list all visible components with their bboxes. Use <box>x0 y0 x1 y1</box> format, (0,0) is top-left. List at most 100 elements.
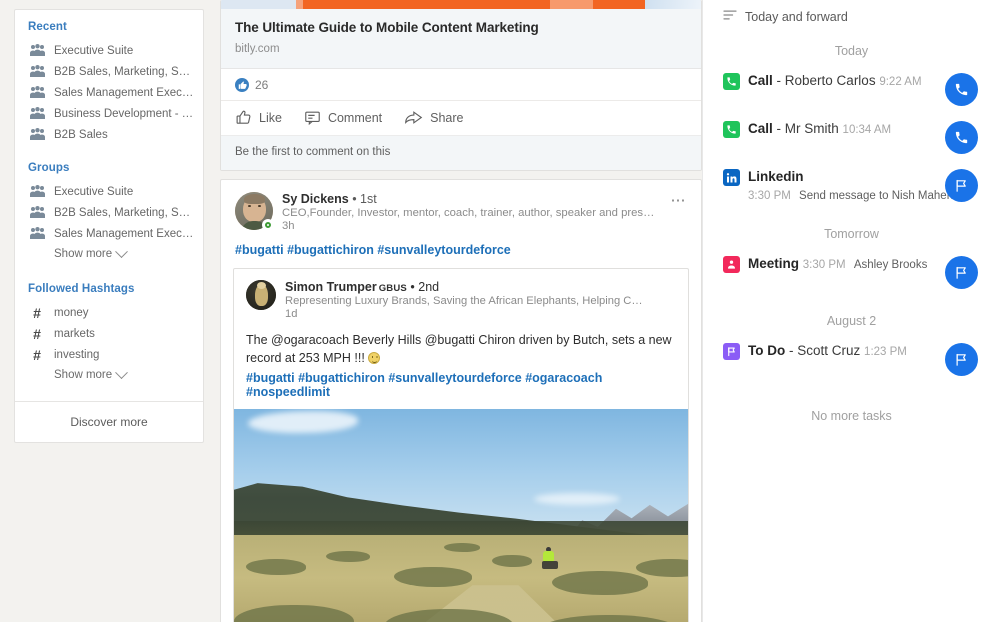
task-title: Meeting <box>748 256 803 271</box>
sidebar-item-label: Sales Management Executives <box>54 227 195 240</box>
reshared-post-text: The @ogaracoach Beverly Hills @bugatti C… <box>234 320 688 369</box>
banner-accent <box>303 0 645 9</box>
avatar[interactable] <box>246 280 276 310</box>
task-action-call-button[interactable] <box>945 73 978 106</box>
video-player[interactable]: 0:01 / 0:22 <box>234 409 688 622</box>
task-type: Meeting <box>748 256 800 271</box>
task-action-flag-button[interactable] <box>945 343 978 376</box>
share-post-degree: • 1st <box>352 192 377 206</box>
task-row[interactable]: Meeting 3:30 PM Ashley Brooks <box>719 252 984 300</box>
hashtags-show-more-button[interactable]: Show more <box>15 365 203 387</box>
task-detail: Send message to Nish Mahen <box>799 190 954 202</box>
phone-green-icon <box>723 73 740 90</box>
comment-button[interactable]: Comment <box>304 109 382 126</box>
task-row[interactable]: Call - Mr Smith 10:34 AM <box>719 117 984 165</box>
task-who: - Roberto Carlos <box>776 73 876 88</box>
sidebar-heading-hashtags[interactable]: Followed Hashtags <box>15 275 203 302</box>
sidebar-item-label: Business Development - The… <box>54 107 195 120</box>
share-button[interactable]: Share <box>404 109 463 126</box>
feed-column: The Ultimate Guide to Mobile Content Mar… <box>220 0 702 622</box>
smiley-emoji-icon <box>368 352 381 365</box>
discover-more-button[interactable]: Discover more <box>15 402 203 442</box>
group-icon <box>28 106 46 121</box>
task-type: To Do <box>748 343 786 358</box>
more-options-icon[interactable]: ⋯ <box>671 193 688 208</box>
like-button[interactable]: Like <box>235 109 282 126</box>
task-action-flag-button[interactable] <box>945 256 978 289</box>
phone-green-icon <box>723 121 740 138</box>
sidebar-item-hashtag-1[interactable]: # markets <box>15 323 203 344</box>
sidebar-item-label: B2B Sales <box>54 128 108 141</box>
task-who: - Scott Cruz <box>789 343 861 358</box>
avatar[interactable] <box>235 192 274 231</box>
task-title: Call - Mr Smith <box>748 121 843 136</box>
reshared-author-name: Simon Trumper <box>285 280 377 294</box>
sidebar-item-group-0[interactable]: Executive Suite <box>15 181 203 202</box>
task-time: 9:22 AM <box>879 76 922 88</box>
task-action-flag-button[interactable] <box>945 169 978 202</box>
banner-sky <box>645 0 701 9</box>
article-post-card: The Ultimate Guide to Mobile Content Mar… <box>220 0 702 171</box>
task-subline: 3:30 PM Ashley Brooks <box>803 259 928 271</box>
sidebar-item-recent-1[interactable]: B2B Sales, Marketing, Social … <box>15 61 203 82</box>
app-root: Recent Executive Suite B2B Sales, Market… <box>0 0 1000 622</box>
share-post-author-name: Sy Dickens <box>282 192 349 206</box>
share-post-author[interactable]: Sy Dickens • 1st <box>282 192 659 206</box>
sidebar-item-label: money <box>54 306 89 319</box>
sidebar-item-recent-2[interactable]: Sales Management Executives <box>15 82 203 103</box>
sidebar-item-label: B2B Sales, Marketing, Social … <box>54 206 195 219</box>
sidebar-item-group-1[interactable]: B2B Sales, Marketing, Social … <box>15 202 203 223</box>
meeting-person-icon <box>723 256 740 273</box>
sidebar-item-recent-0[interactable]: Executive Suite <box>15 40 203 61</box>
reshared-author[interactable]: Simon Trumper GBUS • 2nd <box>285 280 648 294</box>
task-detail: Ashley Brooks <box>853 259 928 271</box>
reshared-headline: Representing Luxury Brands, Saving the A… <box>285 295 648 307</box>
sidebar-heading-recent: Recent <box>28 21 67 33</box>
reshared-post-hashtags[interactable]: #bugatti #bugattichiron #sunvalleytourde… <box>234 369 688 409</box>
hashtags-show-more-label: Show more <box>54 369 113 381</box>
sidebar-item-recent-3[interactable]: Business Development - The… <box>15 103 203 124</box>
chevron-down-icon <box>115 244 129 258</box>
sidebar-section-recent: Recent Executive Suite B2B Sales, Market… <box>15 10 203 151</box>
task-time: 3:30 PM <box>748 190 791 202</box>
reshared-degree: • 2nd <box>410 280 440 294</box>
sidebar-heading-groups[interactable]: Groups <box>15 154 203 181</box>
task-title: Linkedin <box>748 169 804 184</box>
day-label-tomorrow: Tomorrow <box>824 227 879 241</box>
sidebar-item-recent-4[interactable]: B2B Sales <box>15 124 203 145</box>
reshared-author-badge: GBUS <box>378 283 407 294</box>
day-label-today: Today <box>834 44 869 58</box>
article-banner-image <box>221 0 701 9</box>
share-label: Share <box>430 110 464 125</box>
rail-filter-button[interactable]: Today and forward <box>719 0 984 30</box>
article-link-preview[interactable]: The Ultimate Guide to Mobile Content Mar… <box>221 9 701 69</box>
sidebar-item-group-2[interactable]: Sales Management Executives <box>15 223 203 244</box>
sidebar-item-label: investing <box>54 348 100 361</box>
comment-icon <box>305 111 320 126</box>
sidebar-item-label: Executive Suite <box>54 44 134 57</box>
reshared-text-line-2: record at 253 MPH !!! <box>246 351 365 366</box>
group-icon <box>28 184 46 199</box>
task-row[interactable]: To Do - Scott Cruz 1:23 PM <box>719 339 984 387</box>
reaction-summary-row[interactable]: 26 <box>221 69 701 101</box>
groups-show-more-button[interactable]: Show more <box>15 244 203 266</box>
task-time: 10:34 AM <box>842 124 892 136</box>
comment-input-hint[interactable]: Be the first to comment on this <box>221 136 701 170</box>
sidebar-item-hashtag-0[interactable]: # money <box>15 302 203 323</box>
task-row[interactable]: Call - Roberto Carlos 9:22 AM <box>719 69 984 117</box>
task-type: Call <box>748 121 773 136</box>
sidebar-item-label: Executive Suite <box>54 185 134 198</box>
task-action-call-button[interactable] <box>945 121 978 154</box>
group-icon <box>28 64 46 79</box>
share-post-card: Sy Dickens • 1st CEO,Founder, Investor, … <box>220 179 702 622</box>
like-label: Like <box>259 110 282 125</box>
reshared-post: Simon Trumper GBUS • 2nd Representing Lux… <box>233 268 689 622</box>
sidebar-item-hashtag-2[interactable]: # investing <box>15 344 203 365</box>
task-who: - Mr Smith <box>776 121 839 136</box>
reshared-post-header: Simon Trumper GBUS • 2nd Representing Lux… <box>234 269 688 320</box>
linkedin-icon <box>723 169 740 186</box>
banner-accent-right <box>550 0 593 9</box>
task-subline: 9:22 AM <box>879 76 921 88</box>
task-row[interactable]: Linkedin 3:30 PM Send message to Nish Ma… <box>719 165 984 213</box>
share-post-commentary[interactable]: #bugatti #bugattichiron #sunvalleytourde… <box>221 232 701 268</box>
